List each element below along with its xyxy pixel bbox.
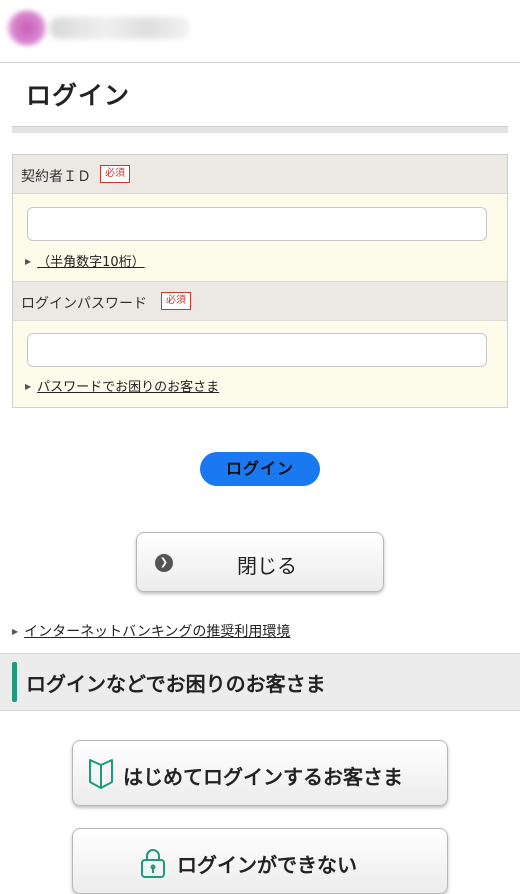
contract-id-input[interactable]: [27, 207, 487, 241]
triangle-bullet-icon: ▶: [25, 382, 32, 391]
beginner-mark-icon: [89, 759, 113, 789]
login-button[interactable]: ログイン: [200, 452, 320, 486]
password-input[interactable]: [27, 333, 487, 367]
login-form: 契約者ＩＤ 必須 ▶ （半角数字10桁） ログインパスワード 必須 ▶ パスワードで…: [12, 154, 508, 408]
brand-logo-text: [50, 17, 190, 39]
password-help-link[interactable]: パスワードでお困りのお客さま: [37, 380, 219, 395]
id-label: 契約者ＩＤ: [21, 169, 91, 185]
title-divider: [12, 126, 508, 133]
password-label: ログインパスワード: [21, 296, 147, 312]
top-header: [0, 0, 520, 63]
required-badge: 必須: [100, 165, 130, 183]
brand-logo-icon[interactable]: [6, 10, 48, 46]
required-badge: 必須: [161, 292, 191, 310]
first-time-login-button[interactable]: はじめてログインするお客さま: [72, 740, 448, 806]
recommended-env-link[interactable]: インターネットバンキングの推奨利用環境: [24, 624, 290, 640]
help-section-title: ログインなどでお困りのお客さま: [26, 672, 326, 696]
cannot-login-label: ログインができない: [177, 853, 357, 877]
first-time-login-label: はじめてログインするお客さま: [123, 765, 403, 789]
help-section-header: ログインなどでお困りのお客さま: [0, 653, 520, 711]
id-hint: ▶ （半角数字10桁）: [25, 251, 145, 270]
lock-icon: [141, 849, 165, 878]
triangle-bullet-icon: ▶: [12, 627, 19, 636]
cannot-login-button[interactable]: ログインができない: [72, 828, 448, 894]
close-button-label: 閉じる: [237, 554, 297, 578]
password-help: ▶ パスワードでお困りのお客さま: [25, 376, 219, 395]
section-accent-bar: [12, 662, 17, 702]
recommended-env-link-row: ▶ インターネットバンキングの推奨利用環境: [12, 621, 290, 641]
id-hint-text[interactable]: （半角数字10桁）: [37, 255, 145, 270]
id-label-row: 契約者ＩＤ 必須: [13, 155, 507, 194]
close-button[interactable]: ❯ 閉じる: [136, 532, 384, 592]
password-label-row: ログインパスワード 必須: [13, 281, 507, 321]
page-title: ログイン: [26, 81, 131, 110]
triangle-bullet-icon: ▶: [25, 257, 32, 266]
